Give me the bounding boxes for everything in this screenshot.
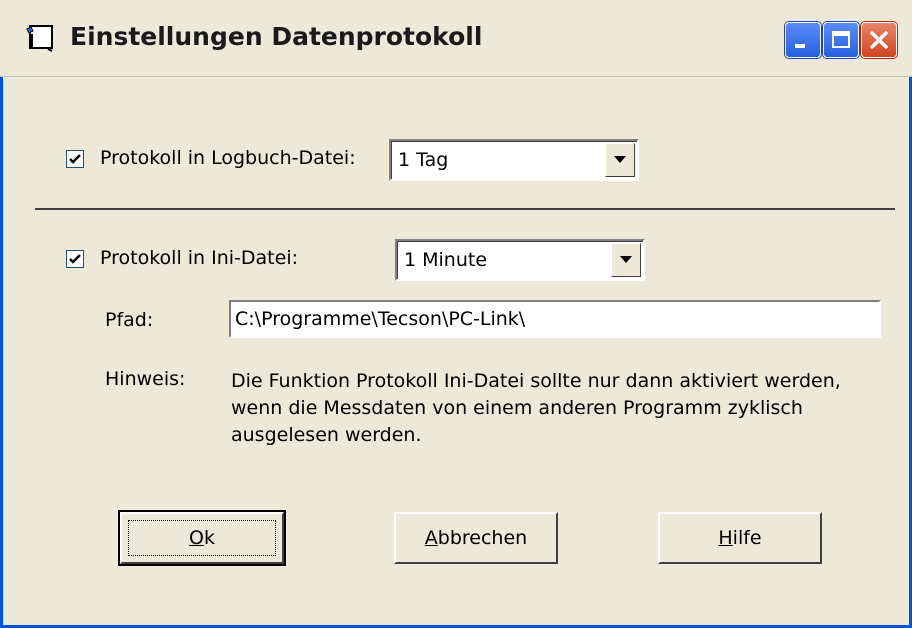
title-bar[interactable]: Einstellungen Datenprotokoll: [0, 0, 912, 77]
window-icon: [26, 25, 53, 52]
ok-mnemonic: O: [189, 527, 204, 549]
ok-button-label: Ok: [189, 527, 215, 549]
path-input[interactable]: C:\Programme\Tecson\PC-Link\: [229, 300, 881, 338]
path-label: Pfad:: [105, 309, 154, 331]
minimize-button[interactable]: [785, 22, 821, 58]
ini-dropdown-button[interactable]: [611, 243, 641, 277]
help-mnemonic: H: [718, 527, 733, 549]
chevron-down-icon: [614, 156, 626, 163]
window-title: Einstellungen Datenprotokoll: [70, 22, 483, 51]
ok-label-rest: k: [203, 527, 215, 549]
ini-checkbox[interactable]: [66, 250, 84, 268]
help-button-label: Hilfe: [718, 527, 761, 549]
checkmark-icon: [69, 254, 81, 264]
logbook-checkbox[interactable]: [66, 150, 84, 168]
cancel-button[interactable]: Abbrechen: [394, 512, 558, 564]
cancel-button-label: Abbrechen: [425, 527, 527, 549]
maximize-icon: [832, 31, 850, 48]
minimize-icon: [795, 44, 805, 48]
maximize-button[interactable]: [823, 22, 859, 58]
ini-interval-select[interactable]: 1 Minute: [395, 239, 645, 281]
logbook-interval-select[interactable]: 1 Tag: [389, 139, 639, 181]
dialog-window: Einstellungen Datenprotokoll Protokoll i…: [0, 0, 912, 628]
chevron-down-icon: [620, 256, 632, 263]
logbook-interval-value: 1 Tag: [398, 149, 449, 171]
ini-interval-value: 1 Minute: [404, 249, 488, 271]
help-label-rest: ilfe: [732, 527, 762, 549]
logbook-dropdown-button[interactable]: [605, 143, 635, 177]
checkmark-icon: [69, 154, 81, 164]
ini-label: Protokoll in Ini-Datei:: [100, 247, 298, 269]
cancel-mnemonic: A: [424, 527, 438, 549]
close-button[interactable]: [861, 22, 897, 58]
hint-label: Hinweis:: [105, 368, 186, 390]
logbook-label: Protokoll in Logbuch-Datei:: [100, 147, 356, 169]
ok-button[interactable]: Ok: [118, 510, 286, 566]
hint-text: Die Funktion Protokoll Ini-Datei sollte …: [231, 370, 841, 446]
close-icon: [870, 31, 888, 49]
section-divider: [35, 208, 895, 210]
help-button[interactable]: Hilfe: [658, 512, 822, 564]
cancel-label-rest: bbrechen: [437, 527, 528, 549]
